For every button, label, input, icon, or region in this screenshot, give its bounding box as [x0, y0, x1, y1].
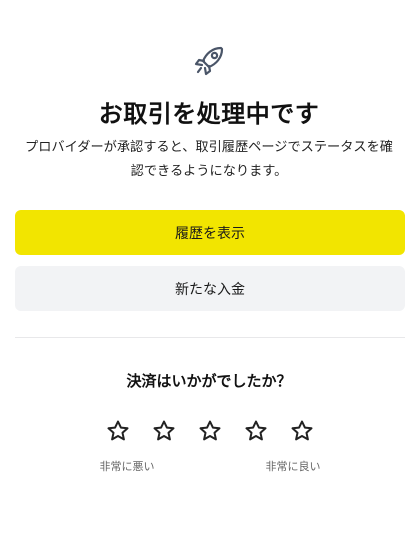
star-icon-5[interactable] [289, 418, 315, 444]
view-history-button[interactable]: 履歴を表示 [15, 210, 405, 255]
transaction-processing-screen: お取引を処理中です プロバイダーが承認すると、取引履歴ページでステータスを確 認… [0, 0, 418, 536]
rating-low-label: 非常に悪い [99, 460, 155, 473]
new-deposit-button[interactable]: 新たな入金 [15, 266, 405, 311]
rating-question: 決済はいかがでしたか？ [126, 372, 292, 390]
star-rating [105, 418, 315, 444]
star-icon-3[interactable] [197, 418, 223, 444]
section-divider [15, 337, 405, 338]
rocket-icon [190, 40, 230, 80]
status-description: プロバイダーが承認すると、取引履歴ページでステータスを確 認できるようになります… [14, 136, 404, 184]
description-line-2: 認できるようになります。 [130, 164, 288, 179]
star-icon-4[interactable] [243, 418, 269, 444]
star-icon-1[interactable] [105, 418, 131, 444]
description-line-1: プロバイダーが承認すると、取引履歴ページでステータスを確 [25, 140, 393, 155]
page-title: お取引を処理中です [98, 100, 320, 128]
rating-high-label: 非常に良い [265, 460, 321, 473]
star-icon-2[interactable] [151, 418, 177, 444]
